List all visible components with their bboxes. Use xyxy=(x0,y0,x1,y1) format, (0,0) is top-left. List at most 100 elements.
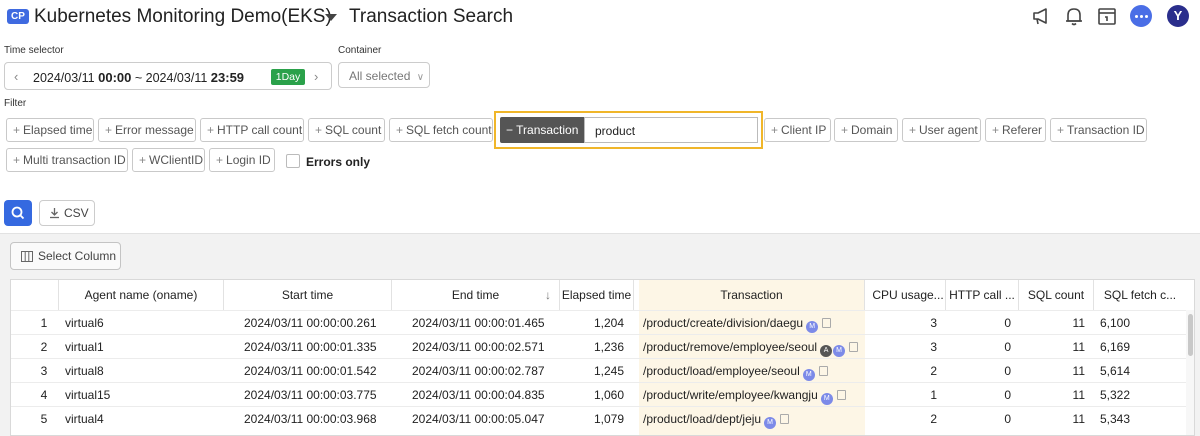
cell-end-time: 2024/03/11 00:00:02.787 xyxy=(412,364,545,378)
minus-icon: − xyxy=(506,123,514,137)
cell-cpu-usage: 3 xyxy=(930,340,937,354)
sort-down-icon[interactable]: ↓ xyxy=(545,280,551,310)
cell-elapsed-time: 1,204 xyxy=(593,316,624,330)
filter-chip-login-id[interactable]: + Login ID xyxy=(209,148,275,172)
cell-sql-count: 11 xyxy=(1072,340,1085,354)
transaction-link[interactable]: /product/create/division/daegu xyxy=(643,316,803,330)
download-icon xyxy=(50,208,59,219)
select-column-button[interactable]: Select Column xyxy=(10,242,121,270)
chevron-right-icon[interactable]: › xyxy=(314,69,318,84)
cell-http-call: 0 xyxy=(1004,412,1011,426)
cell-http-call: 0 xyxy=(1004,316,1011,330)
errors-only-checkbox[interactable] xyxy=(286,154,300,168)
filter-chip-wclientid[interactable]: + WClientID xyxy=(132,148,205,172)
column-header-cpu-usage[interactable]: CPU usage... xyxy=(871,280,946,310)
container-select[interactable]: All selected ∨ xyxy=(338,62,430,88)
m-badge: M xyxy=(806,321,819,333)
cell-elapsed-time: 1,236 xyxy=(593,340,624,354)
table-row[interactable]: 3 virtual8 2024/03/11 00:00:01.542 2024/… xyxy=(11,358,1186,382)
calendar-icon[interactable] xyxy=(1096,5,1118,27)
cell-sql-fetch-count: 5,614 xyxy=(1100,364,1131,378)
range-badge[interactable]: 1Day xyxy=(271,69,305,85)
bell-icon[interactable] xyxy=(1063,5,1085,27)
cell-agent: virtual4 xyxy=(65,412,104,426)
table-row[interactable]: 5 virtual4 2024/03/11 00:00:03.968 2024/… xyxy=(11,406,1186,430)
search-button[interactable] xyxy=(4,200,32,226)
table-row[interactable]: 1 virtual6 2024/03/11 00:00:00.261 2024/… xyxy=(11,310,1186,334)
cell-sql-count: 11 xyxy=(1072,388,1085,402)
cell-end-time: 2024/03/11 00:00:02.571 xyxy=(412,340,545,354)
csv-download-button[interactable]: CSV xyxy=(39,200,95,226)
project-name[interactable]: Kubernetes Monitoring Demo(EKS) xyxy=(34,6,332,28)
filter-chip-sql-fetch-count[interactable]: + SQL fetch count xyxy=(389,118,493,142)
caret-down-icon[interactable] xyxy=(325,14,337,21)
cell-start-time: 2024/03/11 00:00:00.261 xyxy=(244,316,377,330)
column-header-http-call[interactable]: HTTP call ... xyxy=(946,280,1019,310)
m-badge: M xyxy=(833,345,846,357)
table-scrollbar[interactable] xyxy=(1186,310,1194,435)
filter-chip-user-agent[interactable]: + User agent xyxy=(902,118,981,142)
filter-chip-error-message[interactable]: + Error message xyxy=(98,118,196,142)
column-header-transaction[interactable]: Transaction xyxy=(639,280,865,310)
megaphone-icon[interactable] xyxy=(1030,5,1052,27)
cell-agent: virtual15 xyxy=(65,388,111,402)
column-header-agent[interactable]: Agent name (oname) xyxy=(59,280,224,310)
column-header-elapsed-time[interactable]: Elapsed time xyxy=(560,280,634,310)
top-bar: CP Kubernetes Monitoring Demo(EKS) Trans… xyxy=(0,0,1200,34)
column-header-end-time[interactable]: End time ↓ xyxy=(392,280,560,310)
filter-chip-client-ip[interactable]: + Client IP xyxy=(764,118,831,142)
cell-transaction: /product/remove/employee/seoul A M xyxy=(643,335,865,359)
cell-elapsed-time: 1,245 xyxy=(593,364,624,378)
filter-label: Filter xyxy=(4,98,27,109)
cell-agent: virtual8 xyxy=(65,364,104,378)
column-header-sql-fetch-count[interactable]: SQL fetch c... xyxy=(1094,280,1186,310)
avatar[interactable]: Y xyxy=(1167,5,1189,27)
copy-icon[interactable] xyxy=(849,342,859,352)
column-header-start-time[interactable]: Start time xyxy=(224,280,392,310)
cell-sql-fetch-count: 6,169 xyxy=(1100,340,1131,354)
copy-icon[interactable] xyxy=(780,414,790,424)
transaction-filter-input[interactable]: product xyxy=(584,117,758,143)
cell-agent: virtual1 xyxy=(65,340,104,354)
cell-http-call: 0 xyxy=(1004,364,1011,378)
transaction-link[interactable]: /product/load/dept/jeju xyxy=(643,412,761,426)
cell-http-call: 0 xyxy=(1004,340,1011,354)
start-date: 2024/03/11 xyxy=(33,71,95,85)
cell-cpu-usage: 2 xyxy=(930,412,937,426)
copy-icon[interactable] xyxy=(836,390,846,400)
m-badge: M xyxy=(764,417,777,429)
table-row[interactable]: 2 virtual1 2024/03/11 00:00:01.335 2024/… xyxy=(11,334,1186,358)
time-selector: ‹ 2024/03/11 00:00 ~ 2024/03/11 23:59 1D… xyxy=(4,62,332,90)
cell-sql-count: 11 xyxy=(1072,364,1085,378)
time-range-text[interactable]: 2024/03/11 00:00 ~ 2024/03/11 23:59 xyxy=(33,70,244,85)
cell-end-time: 2024/03/11 00:00:04.835 xyxy=(412,388,545,402)
scrollbar-thumb[interactable] xyxy=(1188,314,1193,356)
transaction-link[interactable]: /product/load/employee/seoul xyxy=(643,364,800,378)
transaction-link[interactable]: /product/write/employee/kwangju xyxy=(643,388,818,402)
cell-agent: virtual6 xyxy=(65,316,104,330)
filter-chip-multi-transaction-id[interactable]: + Multi transaction ID xyxy=(6,148,128,172)
copy-icon[interactable] xyxy=(818,366,828,376)
table-row[interactable]: 4 virtual15 2024/03/11 00:00:03.775 2024… xyxy=(11,382,1186,406)
m-badge: M xyxy=(802,369,815,381)
filter-chip-transaction-id[interactable]: + Transaction ID xyxy=(1050,118,1147,142)
cell-end-time: 2024/03/11 00:00:01.465 xyxy=(412,316,545,330)
cell-sql-count: 11 xyxy=(1072,412,1085,426)
column-header-index xyxy=(11,280,59,310)
filter-chip-referer[interactable]: + Referer xyxy=(985,118,1046,142)
end-date: 2024/03/11 xyxy=(145,71,208,85)
copy-icon[interactable] xyxy=(822,318,832,328)
chevron-down-icon: ∨ xyxy=(416,72,425,83)
transaction-link[interactable]: /product/remove/employee/seoul xyxy=(643,340,817,354)
cell-sql-fetch-count: 6,100 xyxy=(1100,316,1131,330)
chevron-left-icon[interactable]: ‹ xyxy=(14,69,18,84)
time-selector-label: Time selector xyxy=(4,45,64,56)
filter-chip-domain[interactable]: + Domain xyxy=(834,118,898,142)
cell-transaction: /product/create/division/daegu M xyxy=(643,311,865,335)
filter-chip-sql-count[interactable]: + SQL count xyxy=(308,118,385,142)
filter-chip-http-call-count[interactable]: + HTTP call count xyxy=(200,118,304,142)
transaction-filter-chip[interactable]: − Transaction xyxy=(500,117,584,143)
column-header-sql-count[interactable]: SQL count xyxy=(1019,280,1094,310)
chat-icon[interactable] xyxy=(1130,5,1152,27)
filter-chip-elapsed-time[interactable]: + Elapsed time xyxy=(6,118,94,142)
